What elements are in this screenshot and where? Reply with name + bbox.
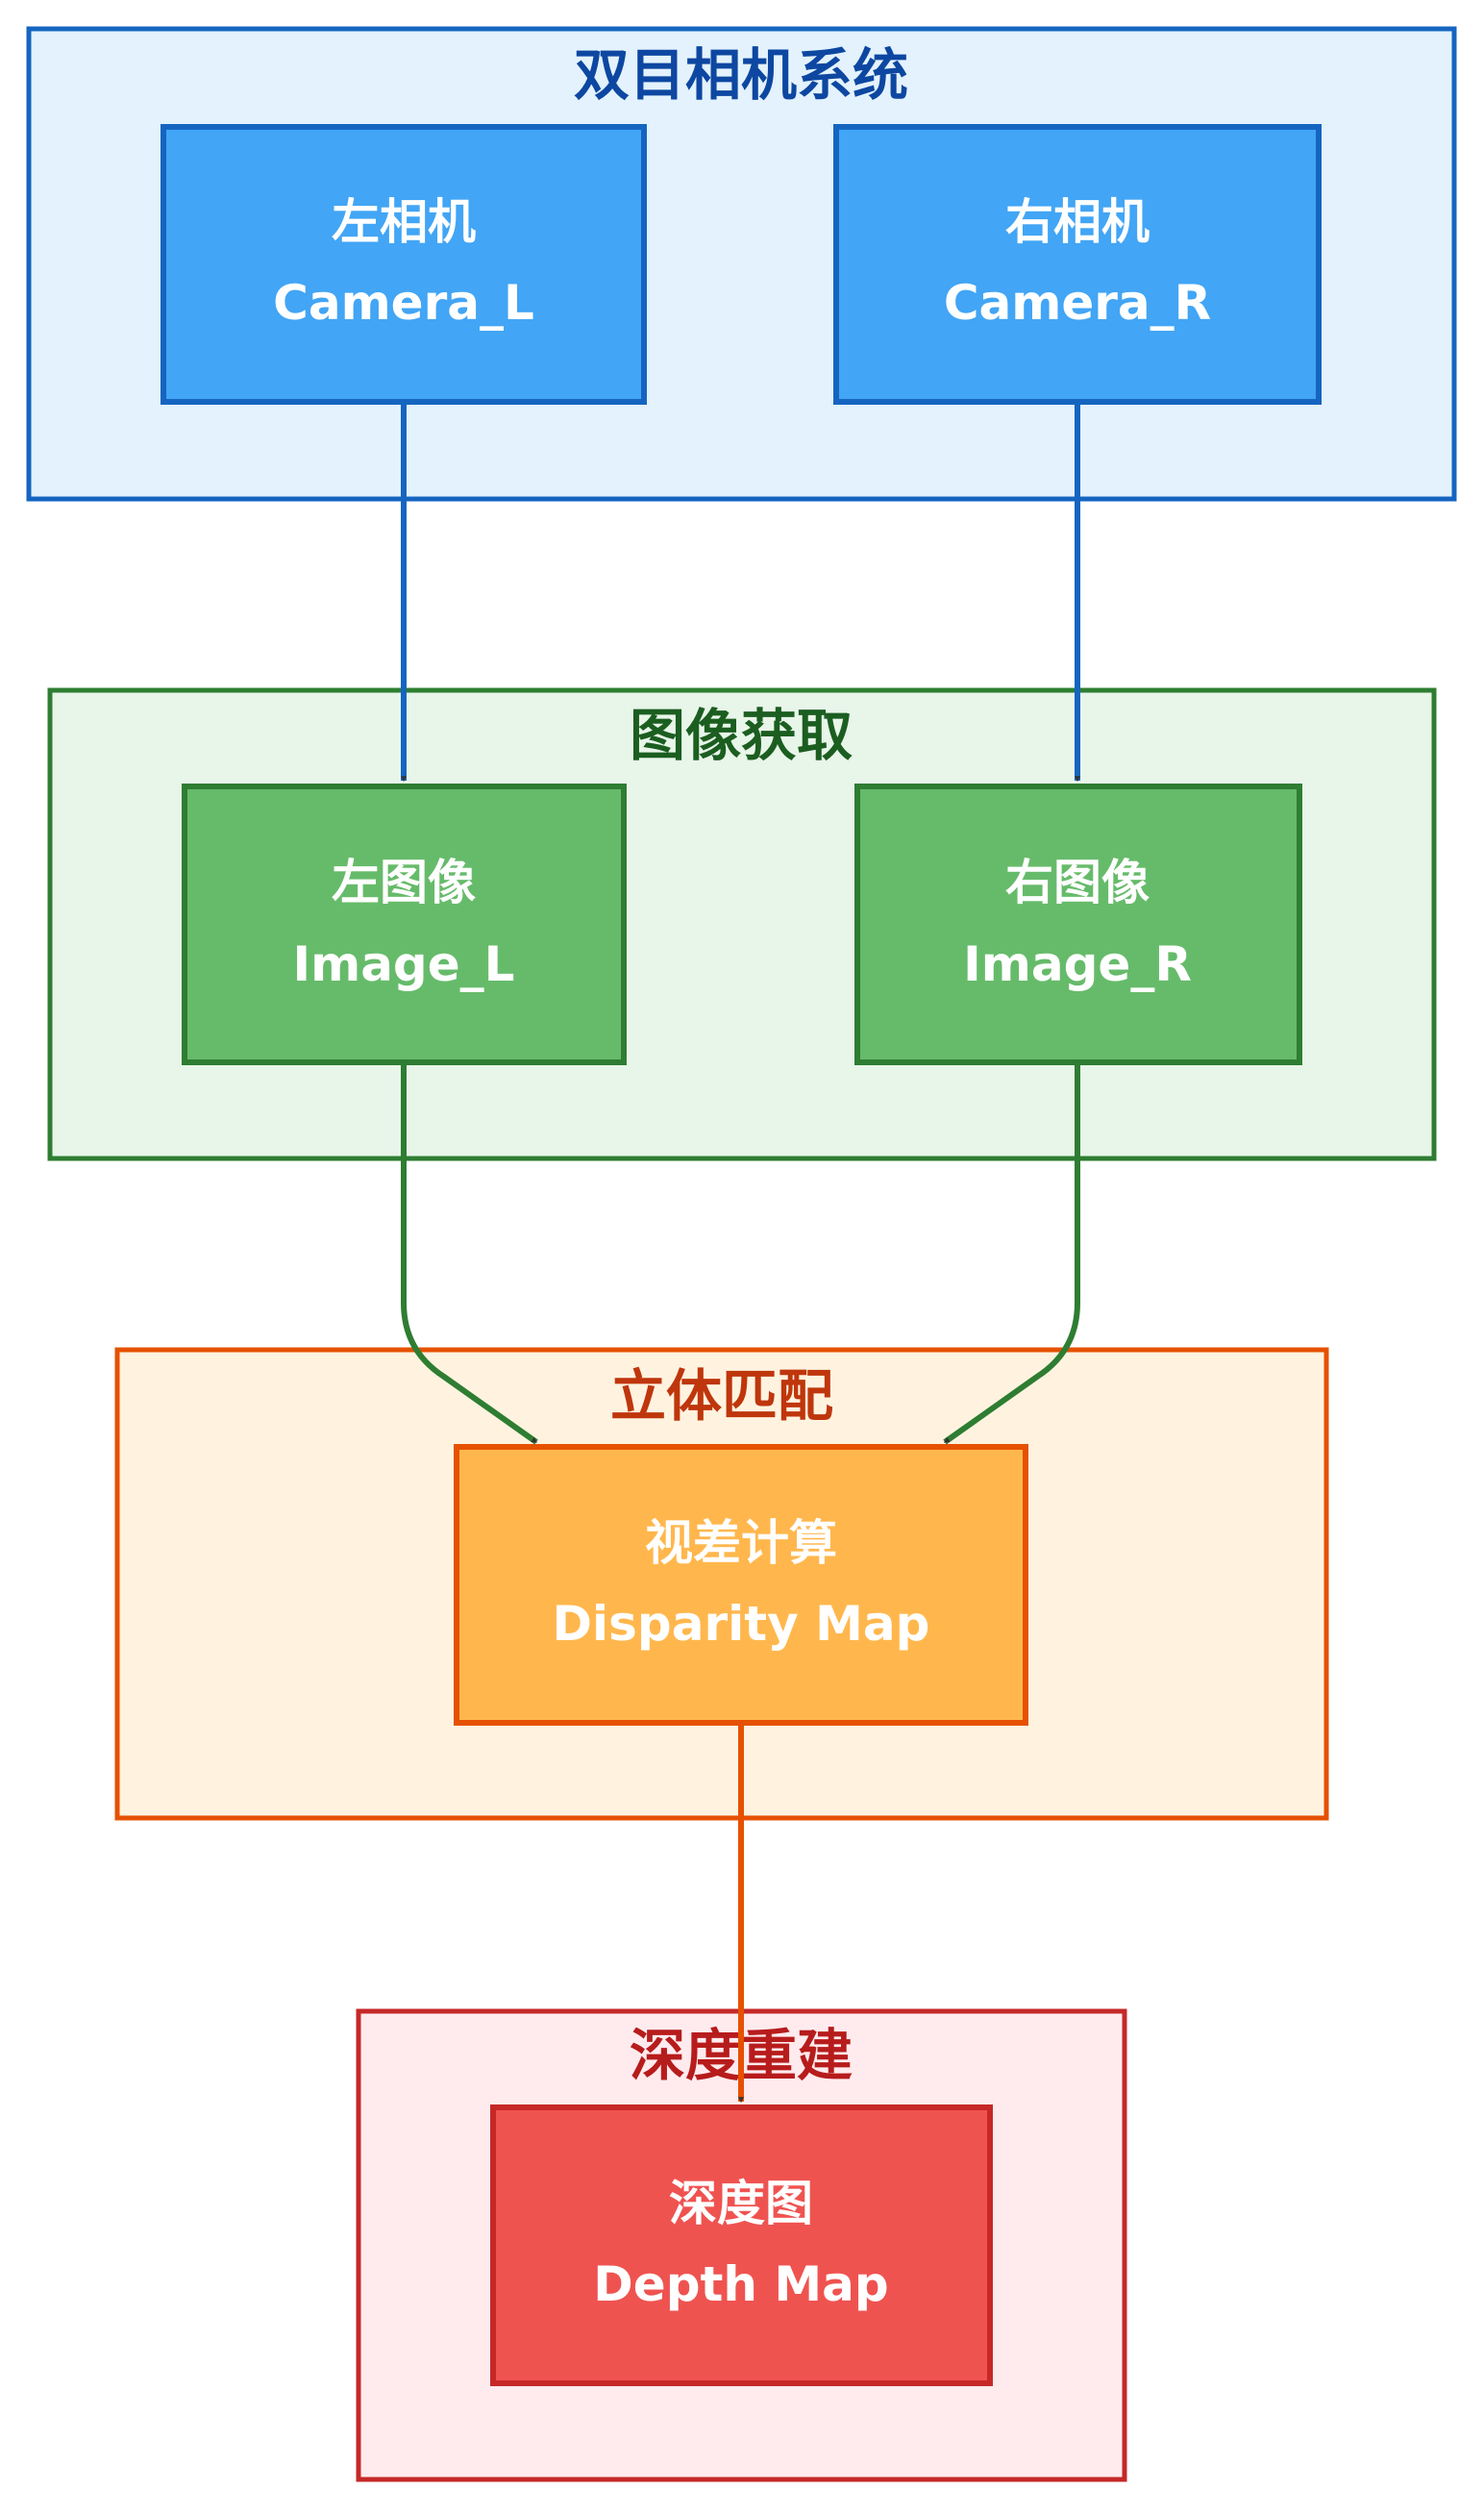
group-title: 图像获取 bbox=[630, 703, 853, 768]
node-box bbox=[833, 124, 1322, 405]
node-label-cn: 右图像 bbox=[1005, 855, 1150, 910]
node-label-en: Disparity Map bbox=[553, 1596, 930, 1652]
edges bbox=[401, 405, 1080, 2104]
node-camera-l: 左相机 Camera_L bbox=[161, 124, 647, 405]
group-title: 立体匹配 bbox=[610, 1363, 833, 1429]
node-box bbox=[182, 784, 627, 1065]
node-camera-r: 右相机 Camera_R bbox=[833, 124, 1322, 405]
node-label-en: Camera_R bbox=[944, 275, 1211, 331]
node-label-en: Camera_L bbox=[273, 275, 534, 331]
node-box bbox=[490, 2104, 993, 2386]
stereo-vision-flowchart: 双目相机系统 图像获取 立体匹配 深度重建 左相机 Camera_L 右相机 C… bbox=[26, 26, 1457, 2482]
node-box bbox=[854, 784, 1302, 1065]
node-box bbox=[454, 1444, 1028, 1726]
node-label-cn: 右相机 bbox=[1005, 194, 1150, 250]
node-label-en: Image_R bbox=[963, 936, 1192, 992]
node-label-en: Image_L bbox=[292, 936, 514, 992]
node-box bbox=[161, 124, 647, 405]
node-label-cn: 视差计算 bbox=[645, 1515, 837, 1571]
node-label-en: Depth Map bbox=[593, 2256, 888, 2312]
node-depth: 深度图 Depth Map bbox=[490, 2104, 993, 2386]
node-label-cn: 左相机 bbox=[332, 194, 476, 250]
group-title: 双目相机系统 bbox=[574, 42, 908, 108]
node-disparity: 视差计算 Disparity Map bbox=[454, 1444, 1028, 1726]
node-image-r: 右图像 Image_R bbox=[854, 784, 1302, 1065]
node-label-cn: 左图像 bbox=[332, 855, 476, 910]
node-image-l: 左图像 Image_L bbox=[182, 784, 627, 1065]
node-label-cn: 深度图 bbox=[669, 2176, 813, 2231]
